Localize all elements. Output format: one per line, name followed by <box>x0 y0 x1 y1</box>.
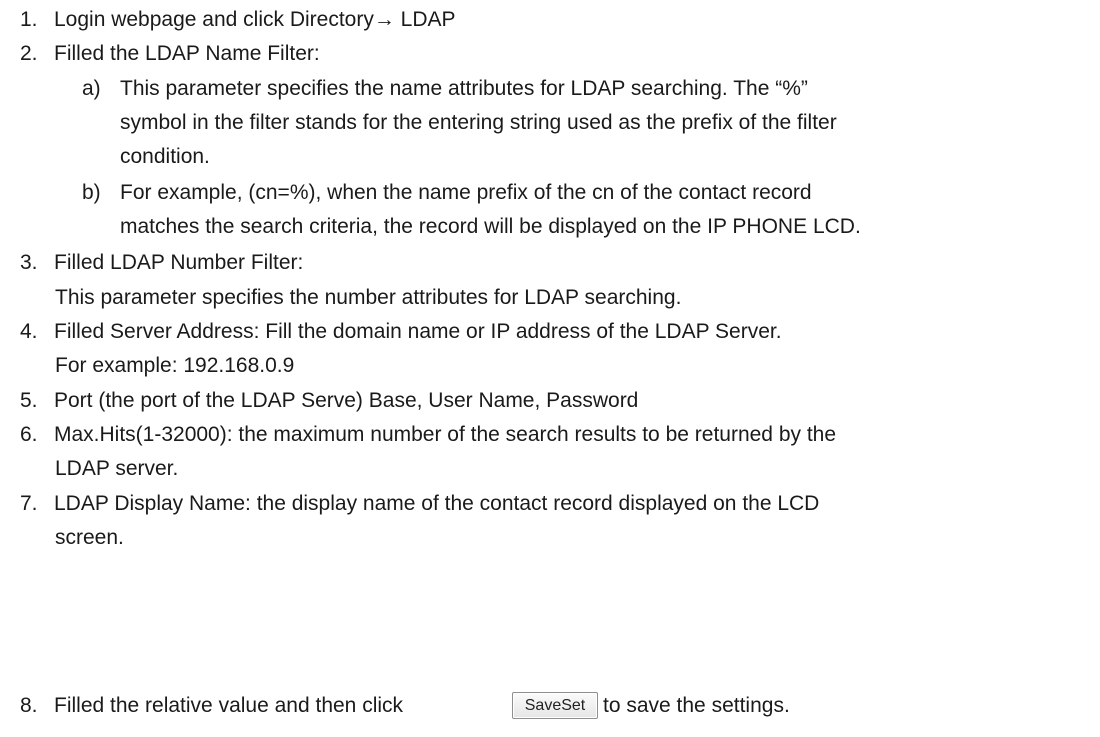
step-number: 6. <box>20 423 38 446</box>
step-text: Max.Hits(1-32000): the maximum number of… <box>54 423 837 446</box>
substep-b-line-2: matches the search criteria, the record … <box>120 215 861 238</box>
step-number: 8. <box>20 694 38 717</box>
step-1: 1. Login webpage and click Directory→ LDA… <box>20 5 456 35</box>
step-2: 2. Filled the LDAP Name Filter: <box>20 39 320 69</box>
step-text-after-button: to save the settings. <box>603 694 790 717</box>
substep-label: b) <box>82 181 101 204</box>
substep-label: a) <box>82 77 101 100</box>
step-number: 4. <box>20 320 38 343</box>
step-4-continuation: For example: 192.168.0.9 <box>55 354 295 377</box>
step-6-continuation: LDAP server. <box>55 457 179 480</box>
step-number: 3. <box>20 251 38 274</box>
step-3: 3. Filled LDAP Number Filter: <box>20 248 303 278</box>
substep-a-line-1: This parameter specifies the name attrib… <box>120 77 808 100</box>
step-text: Filled the LDAP Name Filter: <box>54 42 320 65</box>
step-number: 1. <box>20 8 38 31</box>
saveset-button[interactable]: SaveSet <box>512 692 598 719</box>
substep-a-line-2: symbol in the filter stands for the ente… <box>120 111 837 134</box>
step-number: 7. <box>20 492 38 515</box>
step-text: Filled LDAP Number Filter: <box>54 251 304 274</box>
instruction-document: 1. Login webpage and click Directory→ LDA… <box>0 0 1100 737</box>
step-8-after: to save the settings. <box>603 691 790 721</box>
step-7-continuation: screen. <box>55 526 124 549</box>
substep-a: a) <box>82 74 120 104</box>
step-8: 8. Filled the relative value and then cli… <box>20 691 403 721</box>
step-7: 7. LDAP Display Name: the display name of… <box>20 489 819 519</box>
step-3-continuation: This parameter specifies the number attr… <box>55 286 682 309</box>
substep-b-line-1: For example, (cn=%), when the name prefi… <box>120 181 812 204</box>
step-number: 5. <box>20 389 38 412</box>
step-text: Filled Server Address: Fill the domain n… <box>54 320 782 343</box>
step-number: 2. <box>20 42 38 65</box>
step-text-before-button: Filled the relative value and then click <box>54 694 404 717</box>
step-text: Port (the port of the LDAP Serve) Base, … <box>54 389 639 412</box>
step-5: 5. Port (the port of the LDAP Serve) Base… <box>20 386 638 416</box>
step-text: Login webpage and click Directory→ LDAP <box>54 8 456 31</box>
step-4: 4. Filled Server Address: Fill the domain… <box>20 317 782 347</box>
substep-a-line-3: condition. <box>120 145 210 168</box>
step-text: LDAP Display Name: the display name of t… <box>54 492 820 515</box>
step-6: 6. Max.Hits(1-32000): the maximum number … <box>20 420 836 450</box>
substep-b: b) <box>82 178 120 208</box>
